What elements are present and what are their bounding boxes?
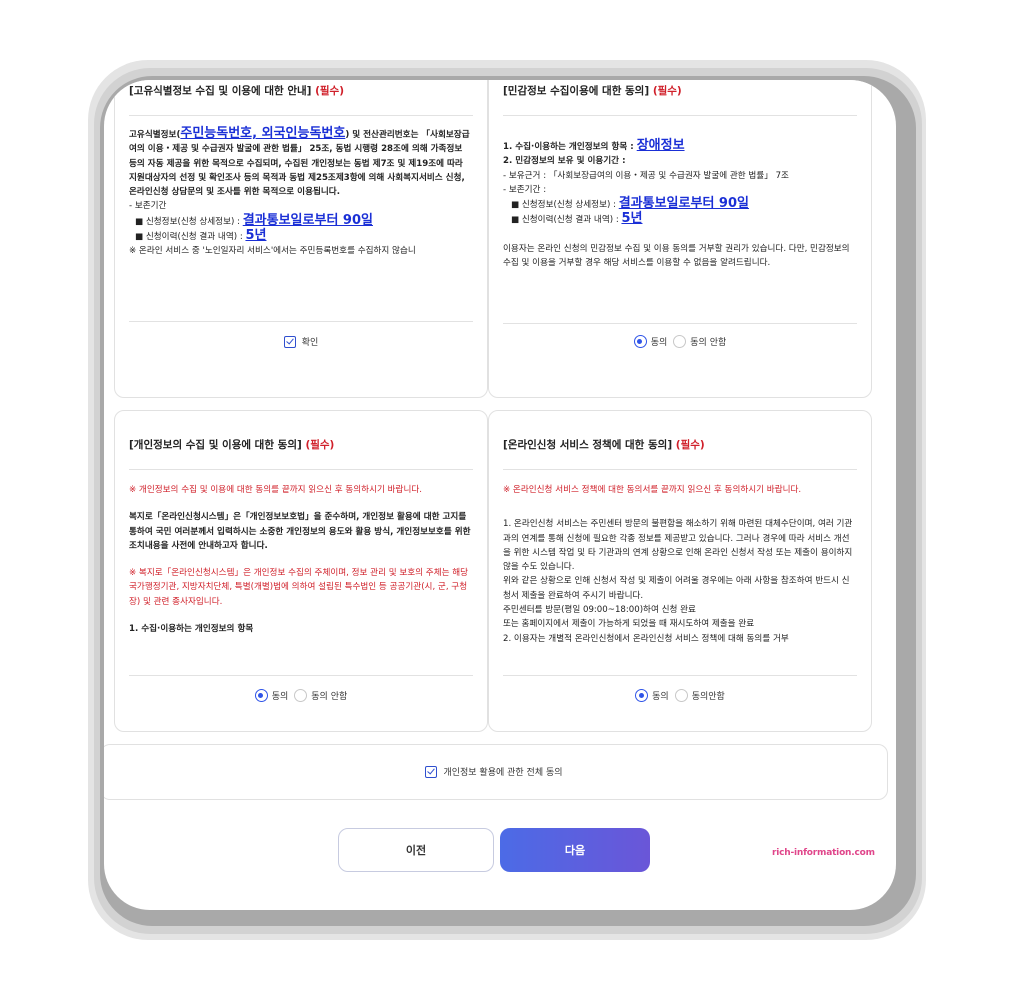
text-fragment: 2. 민감정보의 보유 및 이용기간 : (503, 156, 626, 167)
required-badge: (필수) (675, 439, 705, 451)
radio-disagree-icon[interactable] (673, 335, 687, 348)
panel-title: [온라인신청 서비스 정책에 대한 동의] (필수) (503, 437, 705, 452)
confirm-label: 확인 (301, 338, 319, 348)
panel-title-text: [고유식별정보 수집 및 이용에 대한 안내] (129, 85, 312, 97)
body-text: ※ 온라인신청 서비스 정책에 대한 동의서를 끝까지 읽으신 후 동의하시기 … (503, 483, 857, 646)
red-paragraph: ※ 복지로「온라인신청시스템」은 개인정보 수집의 주체이며, 정보 관리 및 … (129, 568, 469, 607)
divider (129, 321, 473, 322)
retention-item-label: ■ 신청정보(신청 상세정보) : (511, 200, 616, 211)
policy-paragraph: 1. 온라인신청 서비스는 주민센터 방문의 불편함을 해소하기 위해 마련된 … (503, 519, 853, 573)
text-fragment: 고유식별정보( (129, 130, 181, 140)
disagree-label[interactable]: 동의 안함 (311, 689, 347, 702)
notice-text: 이용자는 온라인 신청의 민감정보 수집 및 이용 동의를 거부할 권리가 있습… (503, 243, 850, 269)
checkbox-checked-icon[interactable] (425, 765, 438, 778)
panel-title-text: [개인정보의 수집 및 이용에 대한 동의] (129, 439, 302, 451)
agree-label[interactable]: 동의 (272, 689, 289, 702)
panel-title: [고유식별정보 수집 및 이용에 대한 안내] (필수) (129, 83, 344, 98)
radio-agree-selected-icon[interactable] (635, 689, 649, 702)
retention-item-value: 5년 (245, 228, 267, 244)
consent-radio-group: 동의 동의안함 (489, 689, 871, 702)
scroll-content[interactable]: ※ 개인정보의 수집 및 이용에 대한 동의를 끝까지 읽으신 후 동의하시기 … (115, 473, 487, 673)
required-badge: (필수) (652, 85, 682, 97)
divider (503, 323, 857, 324)
divider (503, 469, 857, 470)
next-button-label: 다음 (564, 844, 586, 857)
policy-line: 주민센터를 방문(평일 09:00~18:00)하여 신청 완료 (503, 605, 696, 616)
disagree-label[interactable]: 동의안함 (692, 689, 725, 702)
text-fragment: 1. 수집·이용하는 개인정보의 항목 : (503, 142, 634, 152)
body-text: 1. 수집·이용하는 개인정보의 항목 : 장애정보 2. 민감정보의 보유 및… (503, 138, 857, 270)
confirm-checkbox-row[interactable]: 확인 (115, 335, 487, 348)
retention-item-label: ■ 신청이력(신청 결과 내역) : (135, 232, 243, 243)
policy-line: 2. 이용자는 개별적 온라인신청에서 온라인신청 서비스 정책에 대해 동의를… (503, 633, 789, 644)
prev-button[interactable]: 이전 (338, 828, 494, 872)
panel-sensitive-info-consent: [민감정보 수집이용에 대한 동의] (필수) 1. 수집·이용하는 개인정보의… (488, 80, 872, 398)
panel-title-text: [온라인신청 서비스 정책에 대한 동의] (503, 439, 673, 451)
id-number-link[interactable]: 주민능독번호, 외국인능독번호 (180, 126, 345, 141)
retention-label: - 보존기간 (129, 201, 167, 212)
intro-paragraph: 복지로「온라인신청시스템」은「개인정보보호법」을 준수하며, 개인정보 활용에 … (129, 512, 471, 551)
panel-personal-info-consent: [개인정보의 수집 및 이용에 대한 동의] (필수) ※ 개인정보의 수집 및… (114, 410, 488, 732)
retention-item-value: 결과통보일로부터 90일 (242, 212, 373, 228)
required-badge: (필수) (305, 439, 335, 451)
radio-agree-selected-icon[interactable] (633, 335, 647, 348)
retention-item-value: 5년 (621, 211, 643, 227)
all-agree-checkbox-row[interactable]: 개인정보 활용에 관한 전체 동의 (104, 765, 887, 778)
panel-online-service-policy: [온라인신청 서비스 정책에 대한 동의] (필수) ※ 온라인신청 서비스 정… (488, 410, 872, 732)
radio-disagree-icon[interactable] (294, 689, 308, 702)
retention-label: - 보존기간 : (503, 184, 547, 195)
red-notice: ※ 개인정보의 수집 및 이용에 대한 동의를 끝까지 읽으신 후 동의하시기 … (129, 485, 422, 495)
all-agree-label: 개인정보 활용에 관한 전체 동의 (443, 768, 563, 778)
retention-item-label: ■ 신청이력(신청 결과 내역) : (511, 215, 619, 226)
retention-item-label: ■ 신청정보(신청 상세정보) : (135, 216, 240, 227)
required-badge: (필수) (315, 85, 345, 97)
panel-title-text: [민감정보 수집이용에 대한 동의] (503, 85, 650, 97)
body-text: 고유식별정보(주민능독번호, 외국인능독번호) 및 전산관리번호는 「사회보장급… (129, 126, 473, 259)
section-heading: 1. 수집·이용하는 개인정보의 항목 (129, 624, 254, 635)
next-button[interactable]: 다음 (500, 828, 650, 872)
consent-radio-group: 동의 동의 안함 (489, 335, 871, 348)
policy-line: 또는 홈페이지에서 제출이 가능하게 되었을 때 재시도하여 제출을 완료 (503, 619, 755, 630)
radio-disagree-icon[interactable] (674, 689, 688, 702)
agree-label[interactable]: 동의 (651, 335, 668, 348)
note-text: ※ 온라인 서비스 중 '노인일자리 서비스'에서는 주민등록번호를 수집하지 … (129, 246, 416, 257)
consent-window: [고유식별정보 수집 및 이용에 대한 안내] (필수) 고유식별정보(주민능독… (104, 80, 896, 910)
prev-button-label: 이전 (405, 844, 427, 857)
disagree-label[interactable]: 동의 안함 (690, 335, 726, 348)
panel-title: [민감정보 수집이용에 대한 동의] (필수) (503, 83, 682, 98)
all-agree-box: 개인정보 활용에 관한 전체 동의 (104, 744, 888, 800)
divider (129, 469, 473, 470)
watermark: rich-information.com (772, 848, 875, 858)
red-notice: ※ 온라인신청 서비스 정책에 대한 동의서를 끝까지 읽으신 후 동의하시기 … (503, 485, 802, 495)
divider (503, 675, 857, 676)
divider (129, 115, 473, 116)
consent-radio-group: 동의 동의 안함 (115, 689, 487, 702)
radio-agree-selected-icon[interactable] (254, 689, 268, 702)
policy-paragraph: 위와 같은 상황으로 인해 신청서 작성 및 제출이 어려울 경우에는 아래 사… (503, 576, 850, 601)
body-text: ※ 개인정보의 수집 및 이용에 대한 동의를 끝까지 읽으신 후 동의하시기 … (129, 483, 473, 636)
divider (129, 675, 473, 676)
sensitive-item-value: 장애정보 (636, 138, 685, 153)
panel-unique-id-info: [고유식별정보 수집 및 이용에 대한 안내] (필수) 고유식별정보(주민능독… (114, 80, 488, 398)
scroll-content[interactable]: ※ 온라인신청 서비스 정책에 대한 동의서를 끝까지 읽으신 후 동의하시기 … (489, 473, 871, 673)
basis-text: - 보유근거 : 「사회보장급여의 이용・제공 및 수급권자 발굴에 관한 법률… (503, 170, 789, 181)
divider (503, 115, 857, 116)
scroll-content[interactable]: 고유식별정보(주민능독번호, 외국인능독번호) 및 전산관리번호는 「사회보장급… (115, 121, 487, 319)
checkbox-checked-icon[interactable] (283, 335, 296, 348)
retention-item-value: 결과통보일로부터 90일 (618, 196, 749, 212)
panel-title: [개인정보의 수집 및 이용에 대한 동의] (필수) (129, 437, 334, 452)
agree-label[interactable]: 동의 (652, 689, 669, 702)
